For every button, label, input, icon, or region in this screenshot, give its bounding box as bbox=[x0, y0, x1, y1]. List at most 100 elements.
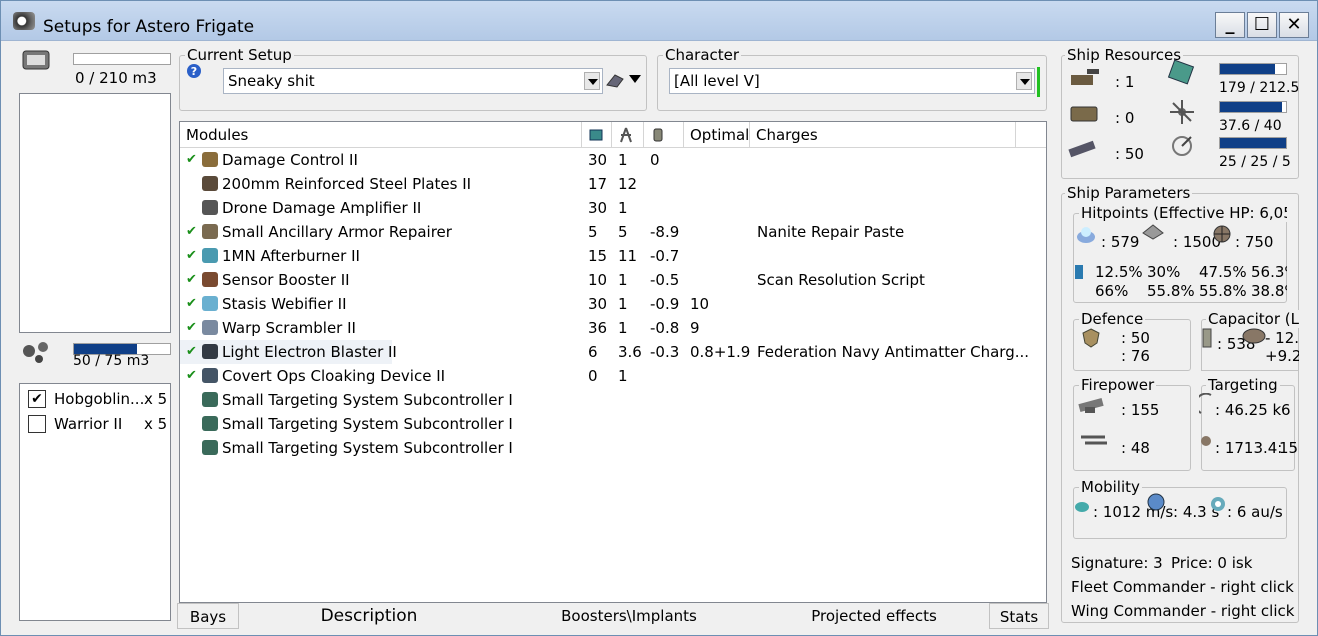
module-name: Sensor Booster II bbox=[222, 271, 350, 289]
online-check-icon[interactable]: ✔ bbox=[186, 224, 197, 239]
module-name: Small Targeting System Subcontroller I bbox=[222, 391, 513, 409]
module-row[interactable]: ✔ Warp Scrambler II 36 1 -0.8 9 bbox=[180, 316, 1046, 340]
online-check-icon[interactable]: ✔ bbox=[186, 152, 197, 167]
cargo-hold-icon bbox=[22, 50, 50, 70]
module-icon bbox=[202, 248, 218, 263]
drone-name: Warrior II bbox=[54, 415, 123, 433]
header-modules[interactable]: Modules bbox=[180, 122, 582, 148]
chevron-down-icon[interactable] bbox=[1016, 72, 1032, 90]
module-row[interactable]: ✔ Light Electron Blaster II 6 3.6 -0.3 0.8+1.… bbox=[180, 340, 1046, 364]
online-check-icon[interactable]: ✔ bbox=[186, 344, 197, 359]
help-icon[interactable]: ? bbox=[186, 63, 202, 79]
drone-bay-icon bbox=[23, 342, 48, 363]
targeting-range-value: : 46.25 k bbox=[1215, 401, 1282, 419]
resist-value: 38.8% bbox=[1251, 282, 1287, 300]
tab-description[interactable]: Description bbox=[239, 603, 499, 629]
calibration-value: : 50 bbox=[1115, 145, 1144, 163]
bandwidth-bar bbox=[1219, 137, 1287, 149]
armor-icon bbox=[1142, 224, 1164, 240]
cpu-bar bbox=[1219, 63, 1287, 75]
module-powergrid: 12 bbox=[618, 175, 638, 193]
structure-icon bbox=[1213, 225, 1231, 243]
minimize-button[interactable]: _ bbox=[1215, 12, 1245, 38]
targeting-legend: Targeting bbox=[1206, 376, 1280, 394]
header-cpu[interactable] bbox=[582, 122, 612, 148]
wing-commander-slot[interactable]: Wing Commander - right click to s bbox=[1071, 602, 1299, 620]
bandwidth-value: 25 / 25 / 5 bbox=[1219, 154, 1291, 170]
online-check-icon[interactable]: ✔ bbox=[186, 272, 197, 287]
module-name: Small Targeting System Subcontroller I bbox=[222, 439, 513, 457]
tab-projected-effects[interactable]: Projected effects bbox=[759, 603, 989, 629]
powergrid-value: 37.6 / 40 bbox=[1219, 118, 1282, 134]
module-row[interactable]: Small Targeting System Subcontroller I bbox=[180, 388, 1046, 412]
header-optimal[interactable]: Optimal bbox=[684, 122, 750, 148]
online-check-icon[interactable]: ✔ bbox=[186, 368, 197, 383]
drone-list[interactable]: ✔ Hobgoblin... x 5 Warrior II x 5 bbox=[19, 383, 171, 621]
drone-qty: x 5 bbox=[144, 390, 168, 408]
tab-boosters-implants[interactable]: Boosters\Implants bbox=[499, 603, 759, 629]
ship-icon[interactable] bbox=[605, 71, 625, 89]
module-capacitor: 0 bbox=[650, 151, 660, 169]
module-powergrid: 5 bbox=[618, 223, 628, 241]
online-check-icon[interactable]: ✔ bbox=[186, 248, 197, 263]
capacitor-recharge-icon bbox=[1242, 328, 1266, 344]
chevron-down-icon[interactable] bbox=[584, 72, 600, 90]
hp-shield-value: : 579 bbox=[1101, 233, 1140, 251]
header-powergrid[interactable] bbox=[612, 122, 644, 148]
drone-qty: x 5 bbox=[144, 415, 168, 433]
cpu-icon bbox=[1167, 59, 1195, 85]
header-charges[interactable]: Charges bbox=[750, 122, 1016, 148]
module-name: Damage Control II bbox=[222, 151, 358, 169]
drone-checkbox-hobgoblin[interactable]: ✔ bbox=[28, 390, 46, 408]
module-powergrid: 3.6 bbox=[618, 343, 642, 361]
ship-resources-legend: Ship Resources bbox=[1065, 46, 1184, 64]
title-bar[interactable]: Setups for Astero Frigate _ ☐ ✕ bbox=[1, 1, 1317, 41]
close-button[interactable]: ✕ bbox=[1279, 12, 1309, 38]
setup-select[interactable]: Sneaky shit bbox=[223, 68, 603, 94]
drone-name: Hobgoblin... bbox=[54, 390, 145, 408]
setup-menu-chevron-icon[interactable] bbox=[628, 73, 642, 85]
drone-checkbox-warrior[interactable] bbox=[28, 415, 46, 433]
module-capacitor: -0.5 bbox=[650, 271, 680, 289]
signature-value: Signature: 3 bbox=[1071, 554, 1163, 572]
scan-resolution-icon bbox=[1201, 436, 1211, 446]
modules-grid[interactable]: Modules Optimal Charges ✔ Damage Control … bbox=[179, 121, 1047, 603]
module-row[interactable]: ✔ Damage Control II 30 1 0 bbox=[180, 148, 1046, 172]
maximize-button[interactable]: ☐ bbox=[1247, 12, 1277, 38]
defence-legend: Defence bbox=[1079, 310, 1146, 328]
warp-speed-icon bbox=[1211, 497, 1225, 511]
cargo-list[interactable] bbox=[19, 93, 171, 333]
module-row[interactable]: ✔ 1MN Afterburner II 15 11 -0.7 bbox=[180, 244, 1046, 268]
bandwidth-icon bbox=[1172, 136, 1192, 156]
module-charge: Federation Navy Antimatter Charg... bbox=[757, 343, 1030, 361]
module-row[interactable]: Drone Damage Amplifier II 30 1 bbox=[180, 196, 1046, 220]
defence-value-1: : 50 bbox=[1121, 329, 1150, 347]
module-row[interactable]: ✔ Covert Ops Cloaking Device II 0 1 bbox=[180, 364, 1046, 388]
tab-stats[interactable]: Stats bbox=[989, 603, 1049, 629]
module-row[interactable]: Small Targeting System Subcontroller I bbox=[180, 412, 1046, 436]
character-legend: Character bbox=[663, 46, 742, 64]
firepower-value-1: : 155 bbox=[1121, 401, 1160, 419]
module-name: Small Ancillary Armor Repairer bbox=[222, 223, 452, 241]
hp-structure-value: : 750 bbox=[1235, 233, 1274, 251]
module-row[interactable]: Small Targeting System Subcontroller I bbox=[180, 436, 1046, 460]
module-powergrid: 1 bbox=[618, 319, 628, 337]
online-check-icon[interactable]: ✔ bbox=[186, 296, 197, 311]
module-capacitor: -0.7 bbox=[650, 247, 680, 265]
fleet-commander-slot[interactable]: Fleet Commander - right click to s bbox=[1071, 578, 1299, 596]
character-select[interactable]: [All level V] bbox=[669, 68, 1035, 94]
cargo-value: 0 / 210 m3 bbox=[75, 69, 157, 87]
module-row[interactable]: ✔ Small Ancillary Armor Repairer 5 5 -8.9 Nan… bbox=[180, 220, 1046, 244]
module-optimal: 10 bbox=[690, 295, 710, 313]
tab-bays[interactable]: Bays bbox=[177, 603, 239, 629]
module-icon bbox=[202, 224, 218, 239]
module-row[interactable]: 200mm Reinforced Steel Plates II 17 12 bbox=[180, 172, 1046, 196]
module-row[interactable]: ✔ Sensor Booster II 10 1 -0.5 Scan Resolution… bbox=[180, 268, 1046, 292]
header-capacitor[interactable] bbox=[644, 122, 684, 148]
targeting-range-icon bbox=[1199, 393, 1212, 414]
warp-speed-value: : 6 au/s bbox=[1227, 503, 1283, 521]
resist-value: 12.5% bbox=[1095, 263, 1143, 281]
resist-value: 56.3% bbox=[1251, 263, 1287, 281]
online-check-icon[interactable]: ✔ bbox=[186, 320, 197, 335]
module-row[interactable]: ✔ Stasis Webifier II 30 1 -0.9 10 bbox=[180, 292, 1046, 316]
